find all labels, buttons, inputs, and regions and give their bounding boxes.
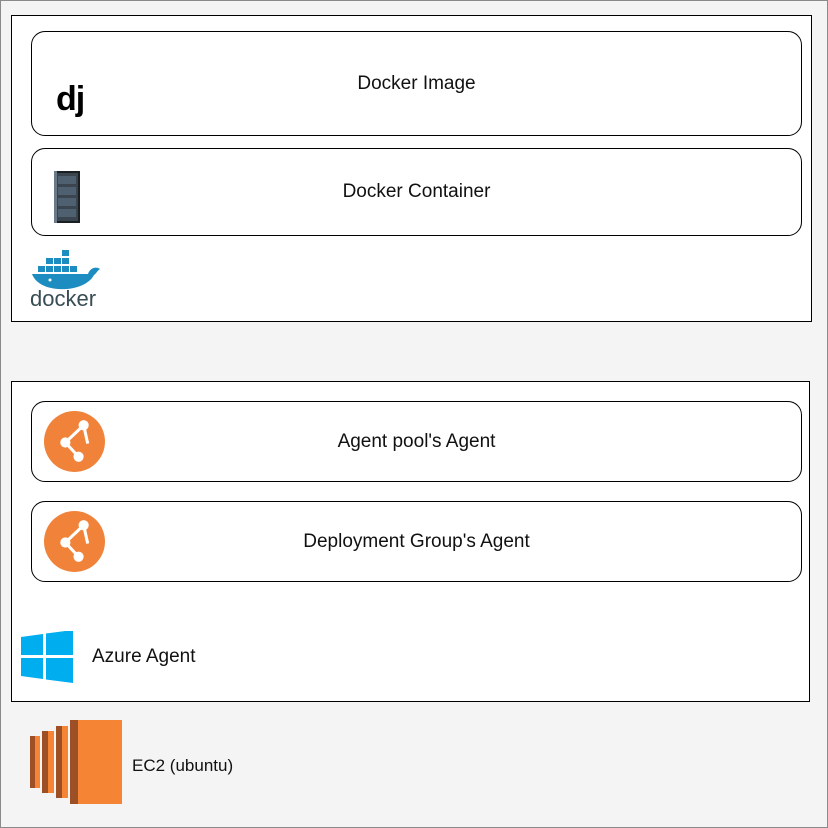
docker-wordmark: docker [30,286,97,311]
docker-container-label: Docker Container [342,181,491,202]
agent-pool-agent-card: Agent pool's Agent [31,401,802,482]
docker-container-card: Docker Container [31,148,802,236]
docker-whale-icon [32,250,100,290]
deployment-group-agent-label: Deployment Group's Agent [303,531,530,552]
ec2-label: EC2 (ubuntu) [132,756,234,775]
docker-logo: docker [30,250,104,312]
diagram-canvas: dj Docker Image Docker Container docker … [0,0,828,828]
docker-group: dj Docker Image Docker Container docker [11,15,812,322]
windows-logo-icon [21,631,73,683]
azure-agent-group: Agent pool's Agent Deployment Group's Ag… [11,381,810,702]
ec2-icon [30,720,122,804]
azure-agent-label: Azure Agent [92,646,196,667]
docker-image-label: Docker Image [357,73,476,94]
docker-image-card: dj Docker Image [31,31,802,136]
agent-pool-agent-label: Agent pool's Agent [337,431,496,452]
deployment-group-agent-card: Deployment Group's Agent [31,501,802,582]
